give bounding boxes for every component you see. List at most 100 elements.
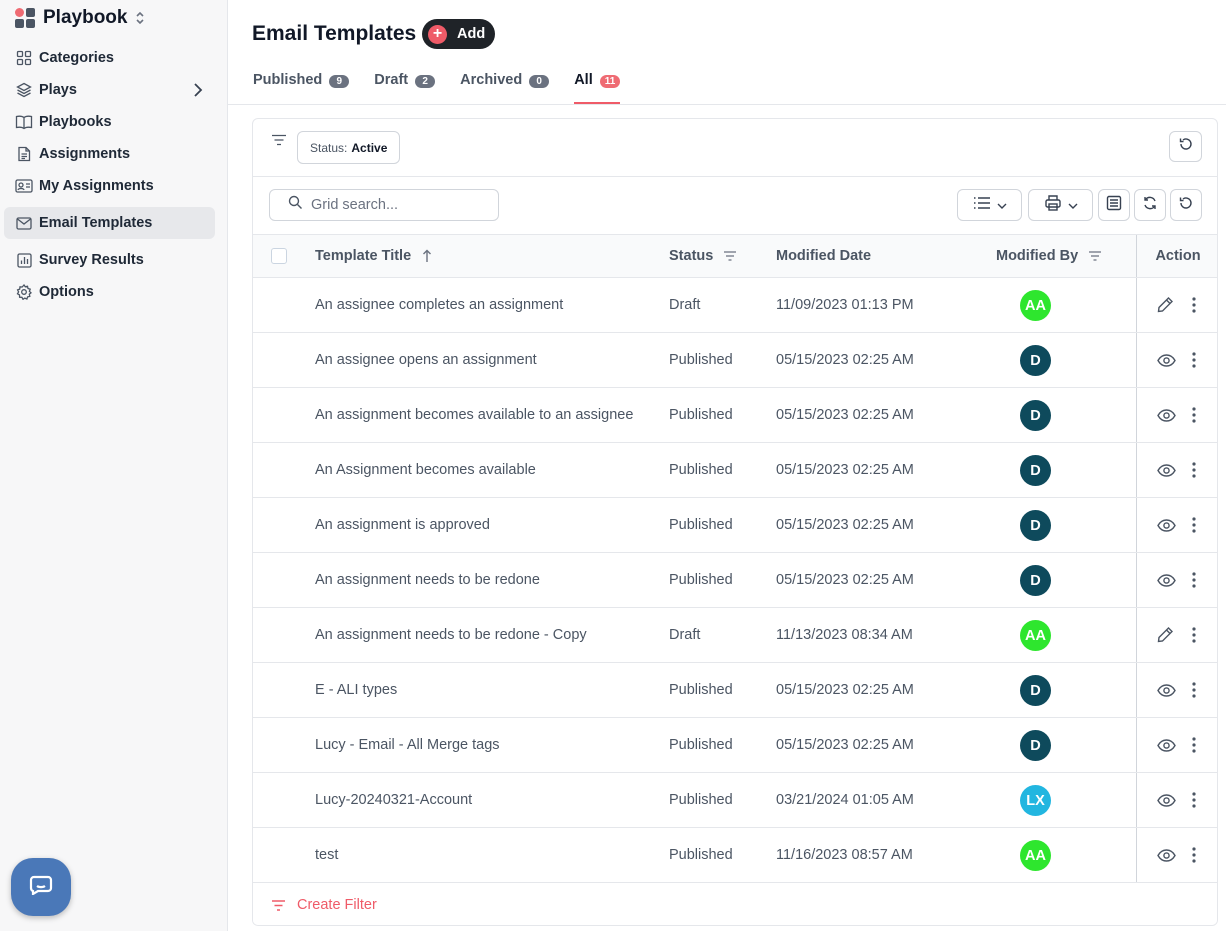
tab-draft[interactable]: Draft 2: [374, 72, 436, 104]
more-options-icon[interactable]: [1192, 736, 1196, 759]
avatar: D: [1020, 510, 1051, 541]
reset-filters-button[interactable]: [1169, 131, 1202, 162]
modified-date-cell: 05/15/2023 02:25 AM: [776, 407, 914, 423]
more-options-icon[interactable]: [1192, 461, 1196, 484]
add-button[interactable]: + Add: [422, 19, 495, 49]
view-eye-icon[interactable]: [1157, 684, 1176, 702]
sidebar-item-assignments[interactable]: Assignments: [4, 138, 215, 170]
view-eye-icon[interactable]: [1157, 519, 1176, 537]
reset-grid-button[interactable]: [1170, 189, 1202, 221]
app-switcher[interactable]: Playbook: [15, 6, 145, 30]
more-options-icon[interactable]: [1192, 516, 1196, 539]
view-eye-icon[interactable]: [1157, 354, 1176, 372]
template-title-cell[interactable]: An assignment needs to be redone - Copy: [315, 608, 587, 662]
template-title-cell[interactable]: E - ALI types: [315, 663, 397, 717]
status-cell: Published: [669, 682, 733, 698]
column-header-title[interactable]: Template Title: [315, 235, 432, 277]
layers-icon: [15, 81, 33, 99]
sidebar-item-categories[interactable]: Categories: [4, 42, 215, 74]
chevron-right-icon[interactable]: [193, 82, 203, 103]
select-all-checkbox[interactable]: [271, 248, 287, 264]
more-options-icon[interactable]: [1192, 571, 1196, 594]
edit-pencil-icon[interactable]: [1157, 296, 1174, 318]
status-filter-chip[interactable]: Status: Active: [297, 131, 401, 164]
view-eye-icon[interactable]: [1157, 464, 1176, 482]
avatar: D: [1020, 730, 1051, 761]
more-options-icon[interactable]: [1192, 406, 1196, 429]
row-actions: [1136, 828, 1217, 882]
template-title-cell[interactable]: Lucy-20240321-Account: [315, 773, 472, 827]
row-actions: [1136, 773, 1217, 827]
template-title-cell[interactable]: test: [315, 828, 338, 882]
list-icon: [973, 196, 991, 215]
avatar: AA: [1020, 620, 1051, 651]
print-icon: [1044, 194, 1062, 216]
more-options-icon[interactable]: [1192, 846, 1196, 869]
template-title-cell[interactable]: Lucy - Email - All Merge tags: [315, 718, 500, 772]
tab-published[interactable]: Published 9: [253, 72, 350, 104]
tab-count-badge: 11: [599, 75, 621, 88]
view-options-dropdown[interactable]: [957, 189, 1022, 221]
table-row[interactable]: E - ALI types Published 05/15/2023 02:25 A…: [253, 663, 1217, 718]
table-row[interactable]: An assignment becomes available to an as…: [253, 388, 1217, 443]
more-options-icon[interactable]: [1192, 681, 1196, 704]
modified-date-cell: 05/15/2023 02:25 AM: [776, 517, 914, 533]
more-options-icon[interactable]: [1192, 791, 1196, 814]
sidebar-item-playbooks[interactable]: Playbooks: [4, 106, 215, 138]
column-header-modified-by[interactable]: Modified By: [996, 235, 1102, 277]
table-row[interactable]: Lucy-20240321-Account Published 03/21/2024…: [253, 773, 1217, 828]
view-eye-icon[interactable]: [1157, 849, 1176, 867]
table-row[interactable]: Lucy - Email - All Merge tags Published 05…: [253, 718, 1217, 773]
search-icon: [288, 195, 303, 215]
view-eye-icon[interactable]: [1157, 409, 1176, 427]
table-row[interactable]: An assignment needs to be redone - Copy D…: [253, 608, 1217, 663]
sidebar-item-plays[interactable]: Plays: [4, 74, 215, 106]
template-title-cell[interactable]: An assignment becomes available to an as…: [315, 388, 633, 442]
sort-ascending-icon[interactable]: [422, 249, 432, 263]
template-title-cell[interactable]: An assignment needs to be redone: [315, 553, 540, 607]
more-options-icon[interactable]: [1192, 296, 1196, 319]
edit-pencil-icon[interactable]: [1157, 626, 1174, 648]
chat-widget-button[interactable]: [11, 858, 71, 916]
template-title-cell[interactable]: An Assignment becomes available: [315, 443, 536, 497]
search-input[interactable]: [311, 197, 491, 213]
chevron-down-icon: [1068, 196, 1078, 214]
table-row[interactable]: An assignment needs to be redone Publishe…: [253, 553, 1217, 608]
sidebar-item-survey-results[interactable]: Survey Results: [4, 244, 215, 276]
table-row[interactable]: An Assignment becomes available Published…: [253, 443, 1217, 498]
refresh-icon: [1142, 195, 1158, 216]
column-title-label: Modified By: [996, 248, 1079, 264]
sidebar-nav: Categories Plays Playbooks Assignments M…: [4, 42, 215, 308]
template-title-cell[interactable]: An assignee opens an assignment: [315, 333, 537, 387]
columns-button[interactable]: [1098, 189, 1130, 221]
view-eye-icon[interactable]: [1157, 794, 1176, 812]
column-title-label: Modified Date: [776, 248, 872, 264]
column-filter-icon[interactable]: [1088, 251, 1102, 261]
tab-all[interactable]: All 11: [574, 72, 621, 104]
sidebar-item-email-templates[interactable]: Email Templates: [4, 207, 215, 239]
template-title-cell[interactable]: An assignment is approved: [315, 498, 490, 552]
table-row[interactable]: An assignee opens an assignment Published…: [253, 333, 1217, 388]
grid-search[interactable]: [269, 189, 499, 221]
view-eye-icon[interactable]: [1157, 574, 1176, 592]
sidebar-item-my-assignments[interactable]: My Assignments: [4, 170, 215, 202]
sidebar-item-label: My Assignments: [39, 178, 154, 194]
column-filter-icon[interactable]: [723, 251, 737, 261]
more-options-icon[interactable]: [1192, 351, 1196, 374]
status-cell: Draft: [669, 297, 701, 313]
column-header-status[interactable]: Status: [669, 235, 737, 277]
refresh-button[interactable]: [1134, 189, 1166, 221]
table-row[interactable]: An assignee completes an assignment Draft…: [253, 278, 1217, 333]
create-filter-button[interactable]: Create Filter: [271, 897, 377, 913]
template-title-cell[interactable]: An assignee completes an assignment: [315, 278, 563, 332]
sidebar-item-options[interactable]: Options: [4, 276, 215, 308]
column-header-modified-date[interactable]: Modified Date: [776, 235, 871, 277]
table-row[interactable]: An assignment is approved Published 05/15/…: [253, 498, 1217, 553]
mail-icon: [15, 214, 33, 232]
more-options-icon[interactable]: [1192, 626, 1196, 649]
table-row[interactable]: test Published 11/16/2023 08:57 AM AA: [253, 828, 1217, 883]
view-eye-icon[interactable]: [1157, 739, 1176, 757]
tab-archived[interactable]: Archived 0: [460, 72, 550, 104]
export-dropdown[interactable]: [1028, 189, 1093, 221]
filter-icon[interactable]: [271, 133, 287, 151]
